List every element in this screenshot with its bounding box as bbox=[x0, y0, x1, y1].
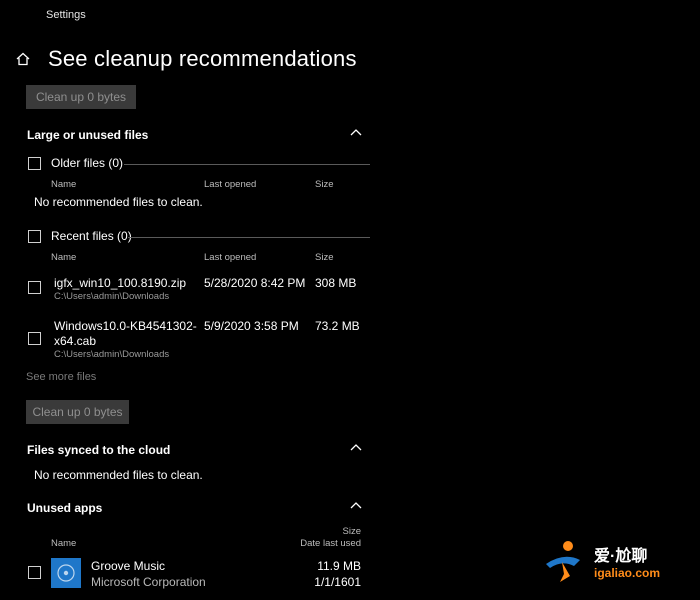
file-checkbox[interactable] bbox=[28, 332, 41, 345]
watermark-text: 爱·尬聊 bbox=[594, 548, 648, 565]
watermark-domain: igaliao.com bbox=[594, 566, 661, 580]
older-files-label: Older files (0) bbox=[51, 156, 124, 170]
chevron-up-icon[interactable] bbox=[350, 443, 362, 451]
app-size: 11.9 MB bbox=[317, 559, 361, 573]
clean-up-button[interactable]: Clean up 0 bytes bbox=[26, 400, 129, 424]
file-size: 73.2 MB bbox=[315, 319, 360, 333]
column-header-size[interactable]: Size bbox=[315, 252, 333, 263]
older-files-divider bbox=[124, 164, 370, 165]
app-date-last-used: 1/1/1601 bbox=[314, 575, 361, 589]
chevron-up-icon[interactable] bbox=[350, 501, 362, 509]
section-title-unused-apps: Unused apps bbox=[27, 501, 103, 515]
app-name: Groove Music bbox=[91, 559, 166, 573]
recent-files-label: Recent files (0) bbox=[51, 229, 132, 243]
column-header-last-opened[interactable]: Last opened bbox=[204, 179, 256, 190]
older-files-checkbox[interactable] bbox=[28, 157, 41, 170]
column-header-size[interactable]: Size bbox=[300, 526, 361, 537]
section-title-cloud: Files synced to the cloud bbox=[27, 443, 171, 457]
see-more-files-link[interactable]: See more files bbox=[26, 371, 96, 383]
music-disc-icon bbox=[57, 564, 75, 582]
clean-up-button[interactable]: Clean up 0 bytes bbox=[26, 85, 136, 109]
home-icon[interactable] bbox=[16, 52, 30, 66]
page-title: See cleanup recommendations bbox=[48, 46, 357, 71]
file-name: Windows10.0-KB4541302- bbox=[54, 319, 197, 333]
file-size: 308 MB bbox=[315, 276, 357, 290]
window-title: Settings bbox=[46, 9, 86, 21]
column-header-name[interactable]: Name bbox=[51, 538, 76, 549]
chevron-up-icon[interactable] bbox=[350, 128, 362, 136]
section-title-large-unused: Large or unused files bbox=[27, 128, 149, 142]
column-header-last-opened[interactable]: Last opened bbox=[204, 252, 256, 263]
cloud-empty-message: No recommended files to clean. bbox=[34, 468, 203, 482]
recent-files-checkbox[interactable] bbox=[28, 230, 41, 243]
column-header-name[interactable]: Name bbox=[51, 179, 76, 190]
app-checkbox[interactable] bbox=[28, 566, 41, 579]
file-path: C:\Users\admin\Downloads bbox=[54, 349, 170, 360]
file-last-opened: 5/9/2020 3:58 PM bbox=[204, 319, 299, 333]
watermark-figure-icon bbox=[546, 541, 580, 582]
column-header-size[interactable]: Size bbox=[315, 179, 333, 190]
app-publisher: Microsoft Corporation bbox=[91, 575, 206, 589]
column-header-name[interactable]: Name bbox=[51, 252, 76, 263]
file-checkbox[interactable] bbox=[28, 281, 41, 294]
file-path: C:\Users\admin\Downloads bbox=[54, 291, 170, 302]
groove-music-icon bbox=[51, 558, 81, 588]
recent-files-divider bbox=[128, 237, 370, 238]
older-files-empty-message: No recommended files to clean. bbox=[34, 195, 203, 209]
file-name-continued: x64.cab bbox=[54, 334, 97, 348]
file-name: igfx_win10_100.8190.zip bbox=[54, 276, 187, 290]
column-header-date-last-used[interactable]: Date last used bbox=[280, 538, 361, 549]
file-last-opened: 5/28/2020 8:42 PM bbox=[204, 276, 306, 290]
